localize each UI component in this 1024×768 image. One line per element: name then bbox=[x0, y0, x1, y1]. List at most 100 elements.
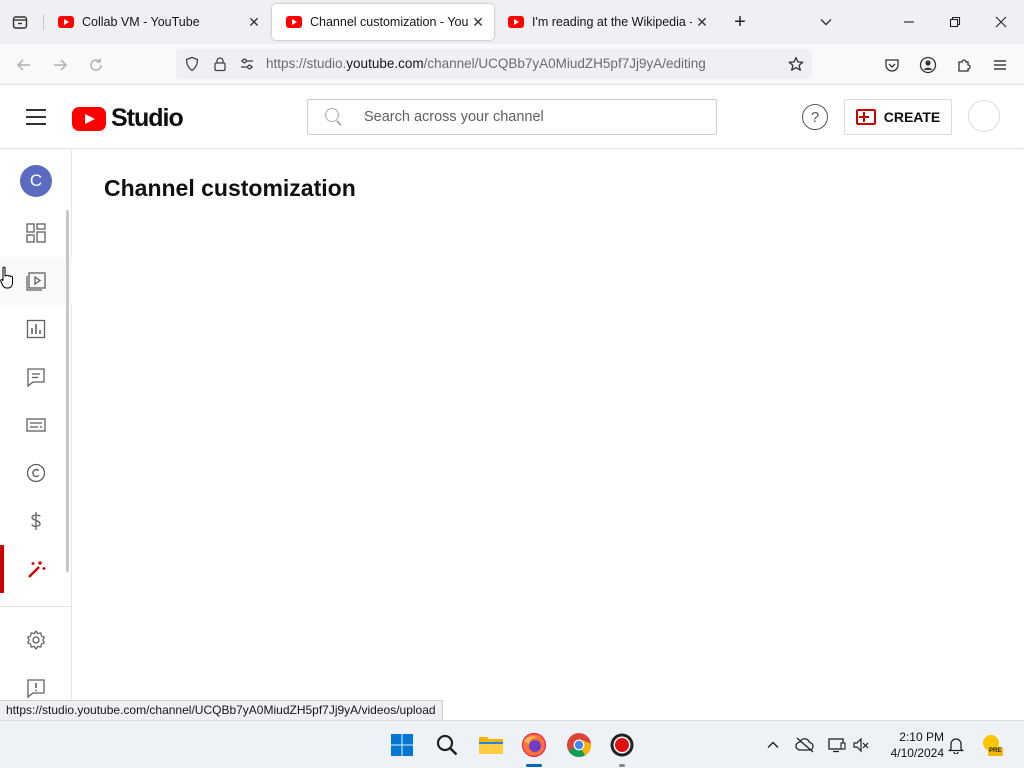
tab-title: I'm reading at the Wikipedia - YouTube bbox=[532, 15, 692, 29]
notifications-button[interactable] bbox=[946, 735, 966, 755]
youtube-favicon-icon bbox=[508, 16, 524, 28]
channel-avatar[interactable]: C bbox=[20, 165, 52, 197]
youtube-favicon-icon bbox=[286, 16, 302, 28]
forward-button[interactable] bbox=[46, 51, 74, 79]
hamburger-icon bbox=[26, 109, 46, 111]
tab-wikipedia-video[interactable]: I'm reading at the Wikipedia - YouTube ✕ bbox=[494, 4, 718, 40]
youtube-favicon-icon bbox=[58, 16, 74, 28]
system-clock[interactable]: 2:10 PM 4/10/2024 bbox=[878, 729, 944, 761]
account-avatar[interactable] bbox=[968, 100, 1000, 132]
url-prefix: https://studio. bbox=[266, 56, 347, 71]
hamburger-icon bbox=[994, 60, 1006, 70]
sidebar-scrollbar[interactable] bbox=[66, 210, 69, 572]
studio-sidebar: C bbox=[0, 150, 72, 700]
taskbar-search-button[interactable] bbox=[431, 729, 463, 761]
youtube-logo-icon bbox=[72, 106, 106, 131]
sidebar-item-analytics[interactable] bbox=[0, 305, 72, 353]
sidebar-item-settings[interactable] bbox=[0, 616, 72, 664]
studio-header: Studio ? CREATE bbox=[0, 85, 1024, 149]
dashboard-icon bbox=[26, 223, 46, 243]
link-status-url: https://studio.youtube.com/channel/UCQBb… bbox=[0, 700, 443, 721]
search-icon[interactable] bbox=[324, 107, 344, 127]
tab-list-icon bbox=[12, 16, 28, 29]
sidebar-item-earn[interactable] bbox=[0, 497, 72, 545]
sidebar-item-customization[interactable] bbox=[0, 545, 72, 593]
firefox-button[interactable] bbox=[518, 729, 550, 761]
show-hidden-icons-button[interactable] bbox=[763, 735, 783, 755]
clock-date: 4/10/2024 bbox=[890, 746, 944, 760]
tab-title: Collab VM - YouTube bbox=[82, 15, 200, 29]
create-button[interactable]: CREATE bbox=[844, 99, 952, 135]
record-icon bbox=[610, 733, 634, 757]
channel-search[interactable] bbox=[307, 99, 717, 135]
list-all-tabs-button[interactable] bbox=[6, 8, 34, 36]
restore-window-button[interactable] bbox=[941, 8, 969, 36]
menu-button[interactable] bbox=[986, 51, 1014, 79]
new-tab-button[interactable]: + bbox=[726, 8, 754, 36]
close-icon bbox=[995, 16, 1007, 28]
display-tray-button[interactable] bbox=[827, 735, 847, 755]
plus-icon: + bbox=[734, 10, 746, 33]
close-window-button[interactable] bbox=[987, 8, 1015, 36]
address-bar[interactable]: https://studio.youtube.com/channel/UCQBb… bbox=[176, 49, 812, 79]
running-app-indicator bbox=[619, 764, 625, 767]
tracking-protection-shield-icon[interactable] bbox=[183, 55, 201, 73]
channel-initial: C bbox=[29, 171, 43, 190]
create-label: CREATE bbox=[883, 109, 941, 125]
bookmark-star-icon[interactable] bbox=[787, 55, 805, 73]
hamburger-line bbox=[26, 116, 46, 118]
tab-collab-vm[interactable]: Collab VM - YouTube ✕ bbox=[44, 4, 270, 40]
account-button[interactable] bbox=[914, 51, 942, 79]
browser-navigation-bar: https://studio.youtube.com/channel/UCQBb… bbox=[0, 44, 1024, 85]
comments-icon bbox=[27, 368, 45, 388]
browser-tab-strip: Collab VM - YouTube ✕ Channel customizat… bbox=[0, 0, 1024, 44]
monitor-icon bbox=[828, 738, 846, 753]
content-icon bbox=[26, 272, 46, 291]
recorder-button[interactable] bbox=[606, 729, 638, 761]
copyright-icon bbox=[26, 463, 46, 483]
close-tab-icon[interactable]: ✕ bbox=[692, 12, 712, 32]
sidebar-item-comments[interactable] bbox=[0, 353, 72, 401]
tab-overflow-button[interactable] bbox=[812, 8, 840, 36]
search-icon bbox=[436, 734, 458, 756]
onedrive-tray-button[interactable] bbox=[795, 735, 815, 755]
minimize-window-button[interactable] bbox=[895, 8, 923, 36]
cloud-off-icon bbox=[795, 737, 814, 753]
arrow-left-icon bbox=[16, 59, 30, 71]
studio-logo[interactable]: Studio bbox=[72, 104, 184, 133]
pocket-button[interactable] bbox=[878, 51, 906, 79]
search-input[interactable] bbox=[364, 109, 694, 125]
account-icon bbox=[919, 56, 937, 74]
magic-wand-icon bbox=[28, 561, 46, 578]
back-button[interactable] bbox=[10, 51, 38, 79]
create-video-icon bbox=[855, 109, 876, 125]
active-app-indicator bbox=[526, 764, 542, 767]
hand-cursor-icon bbox=[0, 266, 13, 289]
subtitles-icon bbox=[26, 418, 46, 432]
url-text: https://studio.youtube.com/channel/UCQBb… bbox=[266, 56, 706, 71]
lock-icon[interactable] bbox=[211, 55, 229, 73]
tab-title: Channel customization - YouTube Studio bbox=[310, 15, 468, 29]
help-button[interactable]: ? bbox=[802, 104, 828, 130]
sidebar-item-dashboard[interactable] bbox=[0, 209, 72, 257]
url-host: youtube.com bbox=[346, 56, 424, 71]
extensions-button[interactable] bbox=[950, 51, 978, 79]
clock-time: 2:10 PM bbox=[899, 730, 944, 744]
network-volume-tray-button[interactable] bbox=[852, 735, 872, 755]
file-explorer-button[interactable] bbox=[475, 729, 507, 761]
permissions-icon[interactable] bbox=[238, 55, 256, 73]
studio-menu-button[interactable] bbox=[20, 101, 52, 133]
close-tab-icon[interactable]: ✕ bbox=[244, 12, 264, 32]
windows-taskbar: 2:10 PM 4/10/2024 PRE bbox=[0, 720, 1024, 768]
reload-button[interactable] bbox=[82, 51, 110, 79]
close-tab-icon[interactable]: ✕ bbox=[468, 12, 488, 32]
sidebar-item-subtitles[interactable] bbox=[0, 401, 72, 449]
sidebar-item-copyright[interactable] bbox=[0, 449, 72, 497]
chrome-button[interactable] bbox=[563, 729, 595, 761]
tab-channel-customization[interactable]: Channel customization - YouTube Studio ✕ bbox=[272, 4, 494, 40]
start-button[interactable] bbox=[386, 729, 418, 761]
logo-text: Studio bbox=[111, 104, 184, 132]
windows-logo-icon bbox=[391, 734, 413, 756]
folder-icon bbox=[479, 737, 503, 754]
weather-widget-button[interactable]: PRE bbox=[980, 733, 1004, 757]
